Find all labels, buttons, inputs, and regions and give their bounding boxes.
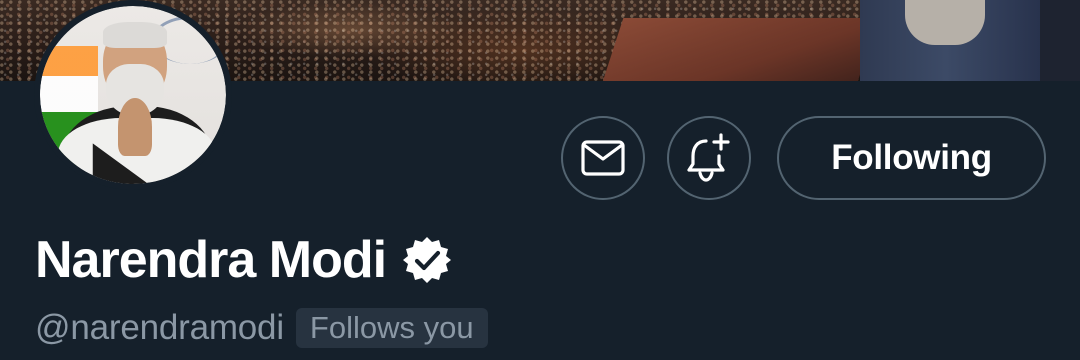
following-label: Following [831, 138, 992, 177]
profile-name-row: Narendra Modi [35, 228, 452, 292]
profile-avatar[interactable] [34, 0, 232, 190]
avatar-hair [103, 22, 167, 48]
message-button[interactable] [561, 116, 645, 200]
bell-plus-icon [687, 133, 730, 182]
banner-person-arm [905, 0, 985, 45]
verified-badge-icon[interactable] [402, 235, 452, 285]
banner-edge [1040, 0, 1080, 81]
display-name: Narendra Modi [35, 231, 387, 289]
banner-roof [600, 18, 879, 81]
follows-you-badge: Follows you [295, 308, 488, 348]
following-button[interactable]: Following [777, 116, 1046, 200]
notify-button[interactable] [667, 116, 751, 200]
user-handle: @narendramodi [35, 308, 284, 347]
avatar-hands [118, 98, 152, 156]
avatar-photo [40, 6, 226, 184]
profile-handle-row: @narendramodi Follows you [35, 306, 488, 350]
mail-icon [581, 140, 625, 176]
